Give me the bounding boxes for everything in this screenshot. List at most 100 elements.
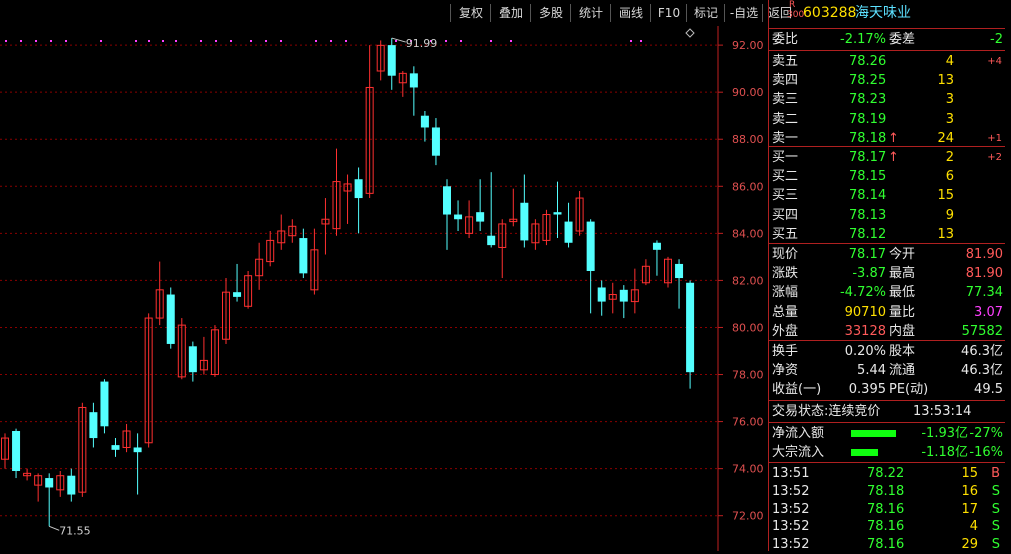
- toolbar-button-4[interactable]: 画线: [610, 4, 651, 22]
- toolbar-button-0[interactable]: 复权: [450, 4, 491, 22]
- stat-label: 今开: [889, 247, 916, 262]
- candle-body: [520, 202, 529, 241]
- stats-row: 涨跌 -3.87 最高 81.90: [769, 264, 1006, 283]
- bids-label: 买三: [772, 188, 799, 204]
- candle-body: [454, 214, 463, 220]
- fund-value: 46.3亿: [961, 363, 1003, 379]
- y-tick-label: 86.00: [732, 180, 764, 193]
- stat-label: 最高: [889, 266, 916, 282]
- stock-code[interactable]: 603288: [803, 4, 856, 23]
- tick-price: 78.18: [867, 483, 905, 499]
- tick-row[interactable]: 13:52 78.16 29 S: [769, 535, 1006, 554]
- bids-price: 78.14: [849, 188, 887, 204]
- stat-value: 90710: [844, 304, 886, 320]
- asks-row[interactable]: 卖一 78.18 ↑ 24 +1: [769, 129, 1006, 148]
- marker-dot: [230, 40, 232, 42]
- tick-time: 13:52: [772, 537, 810, 553]
- toolbar-button-3[interactable]: 统计: [570, 4, 611, 22]
- marker-dot: [162, 40, 164, 42]
- tick-row[interactable]: 13:52 78.18 16 S: [769, 482, 1006, 501]
- bids-volume: 9: [945, 207, 954, 223]
- fund-label: PE(动): [889, 382, 929, 398]
- candle-body: [12, 431, 21, 471]
- stats-row: 总量 90710 量比 3.07: [769, 303, 1006, 322]
- asks-price: 78.19: [849, 111, 887, 127]
- bids-label: 买四: [772, 207, 799, 223]
- flow-value: -1.18亿: [921, 445, 968, 460]
- candle-body: [619, 289, 628, 302]
- stats-row: 涨幅 -4.72% 最低 77.34: [769, 283, 1006, 302]
- candle-body: [553, 212, 562, 215]
- y-tick-label: 74.00: [732, 463, 764, 476]
- candle-body: [67, 475, 76, 495]
- fund-value: 5.44: [857, 363, 886, 379]
- chart-toolbar: 复权 叠加 多股 统计 画线 F10 标记 -自选 返回: [0, 0, 792, 26]
- toolbar-button-7[interactable]: -自选: [724, 4, 763, 22]
- candle-body: [431, 127, 440, 156]
- asks-row[interactable]: 卖三 78.23 3: [769, 90, 1006, 109]
- asks-arrow: ↑: [888, 130, 899, 146]
- tick-row[interactable]: 13:52 78.16 4 S: [769, 517, 1006, 536]
- y-tick-label: 78.00: [732, 369, 764, 382]
- bids-row[interactable]: 买三 78.14 15: [769, 186, 1006, 205]
- tick-volume: 15: [961, 466, 978, 481]
- candlestick-chart[interactable]: 92.00 90.00 88.00 86.00 84.00 82.00 80.00 78.00…: [0, 26, 768, 551]
- weibi-label: 委比: [772, 32, 799, 47]
- bids-price: 78.17: [849, 150, 887, 165]
- y-tick-label: 88.00: [732, 133, 764, 146]
- marker-dot: [100, 40, 102, 42]
- marker-dot: [395, 40, 397, 42]
- candle-body: [299, 238, 308, 274]
- toolbar-button-5[interactable]: F10: [650, 4, 687, 22]
- tick-row[interactable]: 13:51 78.22 15 B: [769, 464, 1006, 483]
- marker-dot: [280, 40, 282, 42]
- marker-dot: [215, 40, 217, 42]
- toolbar-button-1[interactable]: 叠加: [490, 4, 531, 22]
- candle-body: [89, 412, 98, 439]
- marker-dot: [345, 40, 347, 42]
- asks-label: 卖二: [772, 111, 799, 127]
- fund-value: 0.20%: [844, 344, 886, 359]
- tick-price: 78.22: [867, 466, 905, 481]
- bids-change: +2: [987, 152, 1002, 163]
- candle-body: [420, 115, 429, 128]
- asks-volume: 13: [937, 73, 954, 89]
- stat-value: -4.72%: [840, 285, 886, 301]
- asks-row[interactable]: 卖五 78.26 4 +4: [769, 52, 1006, 71]
- marker-dot: [630, 40, 632, 42]
- stat-value: 81.90: [965, 266, 1003, 282]
- bids-row[interactable]: 买一 78.17 ↑ 2 +2: [769, 148, 1006, 167]
- bids-row[interactable]: 买四 78.13 9: [769, 206, 1006, 225]
- y-tick-label: 76.00: [732, 416, 764, 429]
- marker-dot: [65, 40, 67, 42]
- tick-row[interactable]: 13:52 78.16 17 S: [769, 500, 1006, 519]
- toolbar-button-6[interactable]: 标记: [686, 4, 725, 22]
- candle-body: [233, 292, 242, 297]
- marker-dot: [50, 40, 52, 42]
- candle-body: [111, 445, 120, 450]
- candle-body: [675, 263, 684, 279]
- stock-name[interactable]: 海天味业: [855, 4, 911, 23]
- y-tick-label: 84.00: [732, 227, 764, 240]
- candle-body: [443, 186, 451, 215]
- marker-dot: [35, 40, 37, 42]
- y-tick-label: 82.00: [732, 274, 764, 287]
- stat-label: 量比: [889, 304, 916, 320]
- candle-body: [564, 221, 573, 243]
- bids-row[interactable]: 买五 78.12 13: [769, 225, 1006, 244]
- asks-price: 78.18: [849, 130, 887, 146]
- bids-row[interactable]: 买二 78.15 6: [769, 167, 1006, 186]
- asks-row[interactable]: 卖二 78.19 3: [769, 110, 1006, 129]
- tick-price: 78.16: [867, 501, 905, 517]
- index-badge-top: R: [789, 0, 796, 10]
- fund-value: 46.3亿: [961, 344, 1003, 359]
- asks-row[interactable]: 卖四 78.25 13: [769, 71, 1006, 90]
- high-price-label: 91.99: [406, 37, 438, 50]
- tick-volume: 4: [969, 519, 978, 535]
- bids-volume: 15: [937, 188, 954, 204]
- marker-dot: [148, 40, 150, 42]
- high-pointer: [391, 37, 406, 43]
- toolbar-button-2[interactable]: 多股: [530, 4, 571, 22]
- marker-dot: [315, 40, 317, 42]
- diamond-icon: [685, 28, 695, 38]
